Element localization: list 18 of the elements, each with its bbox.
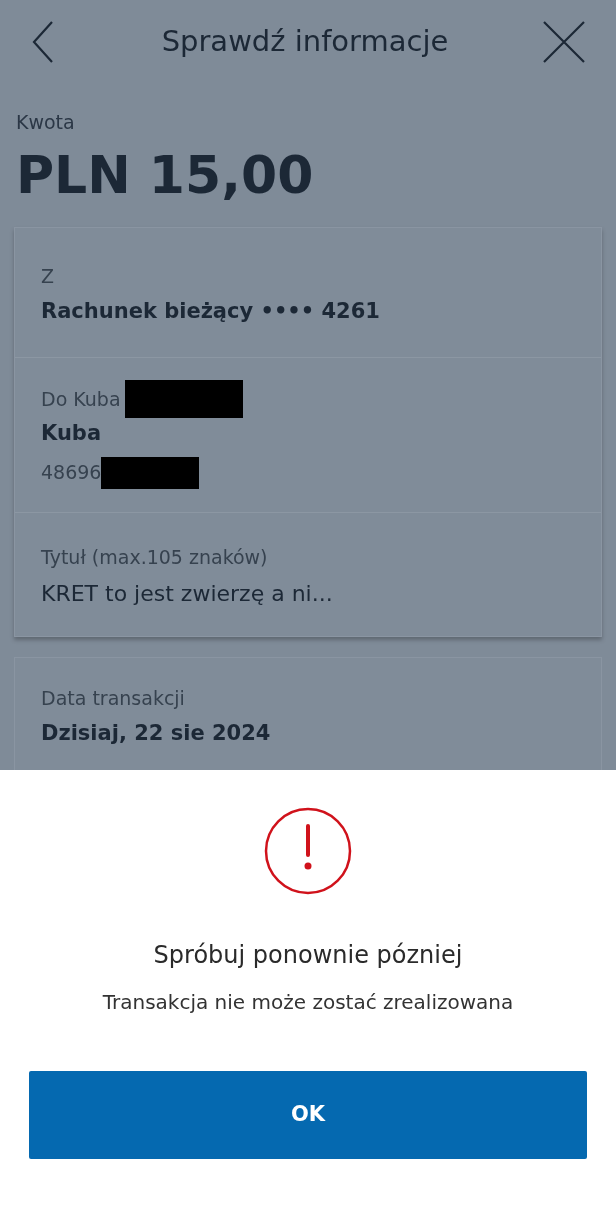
field-value: Dzisiaj, 22 sie 2024 (41, 720, 272, 747)
field-value: Rachunek bieżący •••• 4261 (41, 297, 381, 325)
field-label: Do Kuba (41, 386, 121, 412)
close-icon[interactable] (542, 20, 586, 64)
amount-value: PLN 15,00 (15, 148, 315, 201)
phone-number: 48696 (41, 460, 102, 486)
dialog-title: Spróbuj ponownie pózniej (153, 940, 463, 971)
field-label: Z (41, 264, 55, 290)
field-value: Kuba (41, 420, 103, 447)
page-title: Sprawdź informacje (161, 23, 449, 61)
field-value: KRET to jest zwierzę a ni... (41, 579, 334, 608)
ok-button[interactable]: OK (29, 1071, 587, 1159)
amount-label: Kwota (15, 110, 76, 135)
dialog-message: Transakcja nie może zostać zrealizowana (102, 989, 514, 1016)
error-icon (264, 807, 352, 895)
field-label: Tytuł (max.105 znaków) (41, 545, 268, 571)
back-icon[interactable] (30, 20, 56, 64)
field-label: Data transakcji (41, 685, 186, 711)
